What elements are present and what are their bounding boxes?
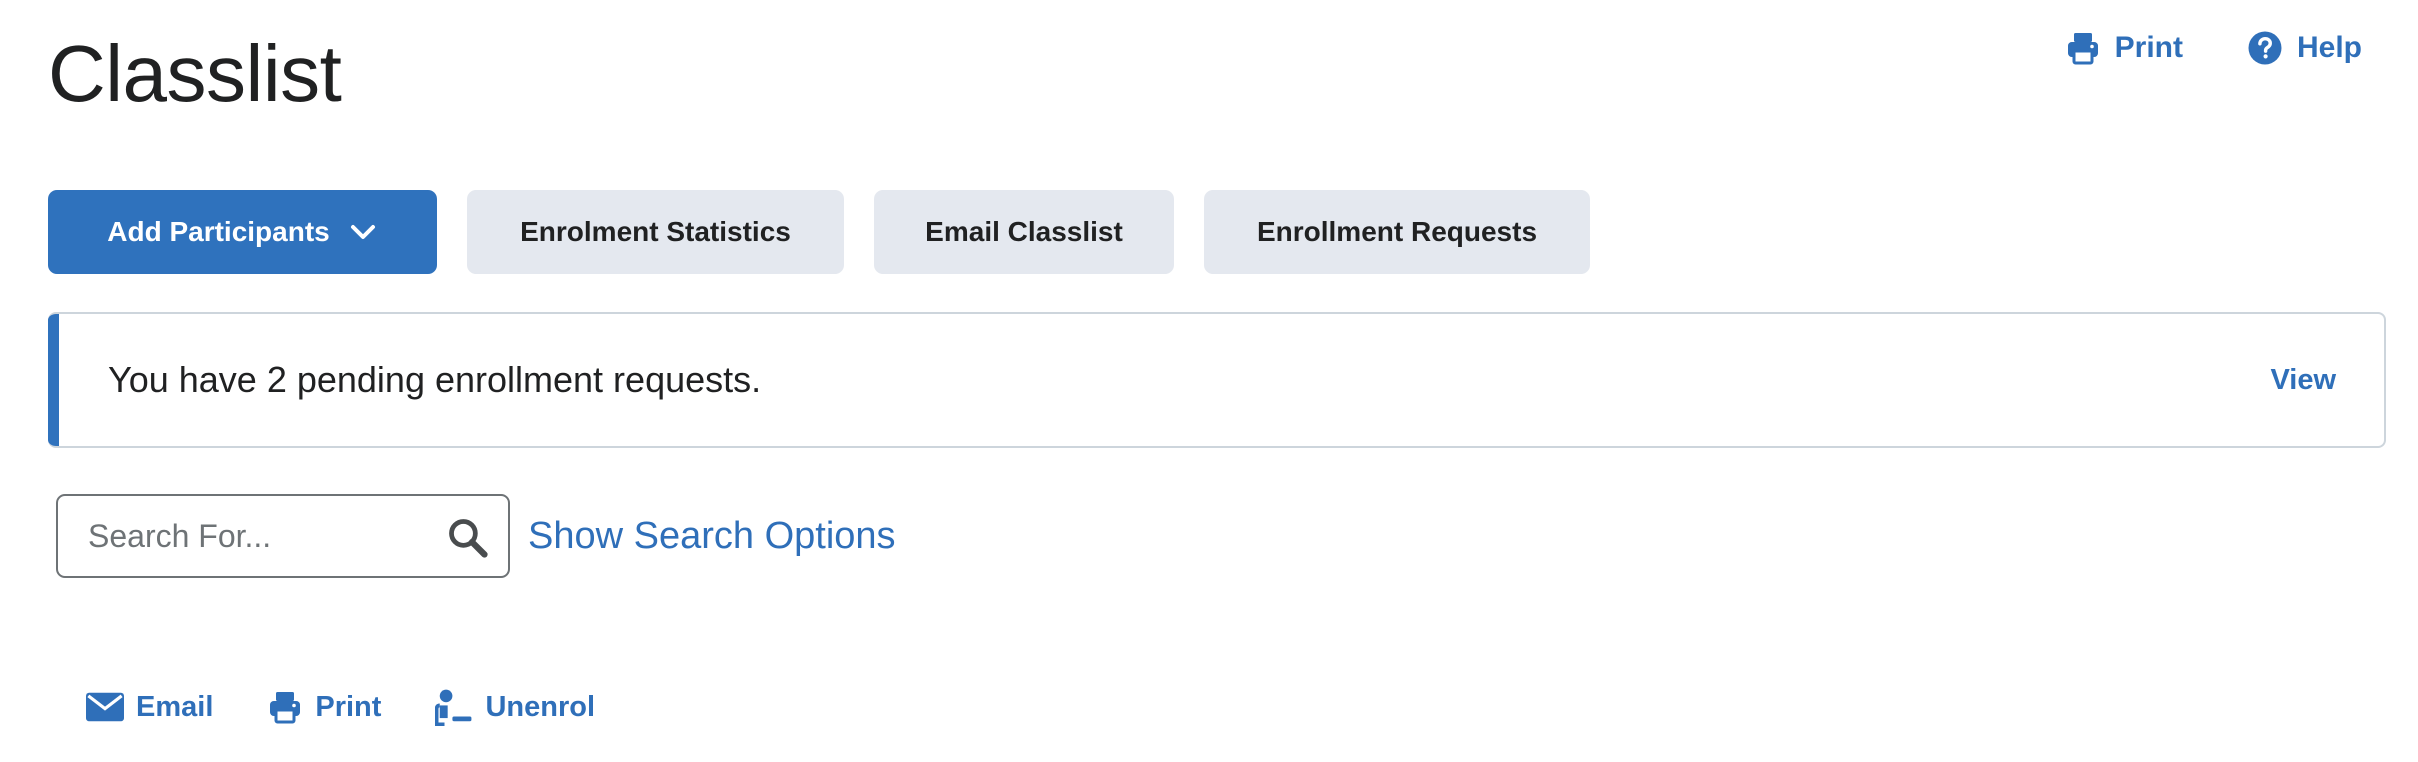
search-icon[interactable] <box>446 516 490 560</box>
show-search-options-link[interactable]: Show Search Options <box>528 515 896 558</box>
email-action-label: Email <box>136 690 214 723</box>
unenrol-action-label: Unenrol <box>485 690 595 723</box>
unenrol-action[interactable]: Unenrol <box>435 688 595 726</box>
help-circle-icon <box>2248 31 2282 65</box>
printer-icon <box>2067 33 2098 65</box>
enrolment-statistics-button[interactable]: Enrolment Statistics <box>467 190 844 274</box>
view-requests-link[interactable]: View <box>2270 364 2336 397</box>
print-action-label: Print <box>315 690 382 723</box>
alert-accent-bar <box>48 314 59 446</box>
search-input[interactable] <box>58 496 418 576</box>
help-link[interactable]: Help <box>2247 30 2362 66</box>
print-action[interactable]: Print <box>267 689 381 725</box>
alert-message: You have 2 pending enrollment requests. <box>108 359 762 400</box>
email-action[interactable]: Email <box>86 691 213 724</box>
search-box <box>56 494 510 578</box>
top-actions: Print Help <box>2065 30 2362 66</box>
envelope-icon <box>86 692 124 722</box>
add-participants-label: Add Participants <box>107 216 330 247</box>
search-row: Show Search Options <box>56 494 896 578</box>
chevron-down-icon <box>350 225 375 239</box>
page-title: Classlist <box>48 29 342 118</box>
email-classlist-button[interactable]: Email Classlist <box>874 190 1174 274</box>
help-label: Help <box>2296 31 2362 64</box>
remove-user-icon <box>435 689 472 726</box>
bulk-actions-bar: Email Print Unenrol <box>86 688 595 726</box>
print-page-link[interactable]: Print <box>2065 30 2183 66</box>
pending-requests-alert: You have 2 pending enrollment requests. … <box>48 312 2386 448</box>
classlist-page: Classlist Print Help Add Participants En… <box>0 0 2418 762</box>
action-button-row: Add Participants Enrolment Statistics Em… <box>48 190 1590 274</box>
enrollment-requests-button[interactable]: Enrollment Requests <box>1204 190 1590 274</box>
add-participants-button[interactable]: Add Participants <box>48 190 437 274</box>
printer-icon <box>270 692 301 724</box>
print-page-label: Print <box>2114 31 2183 64</box>
